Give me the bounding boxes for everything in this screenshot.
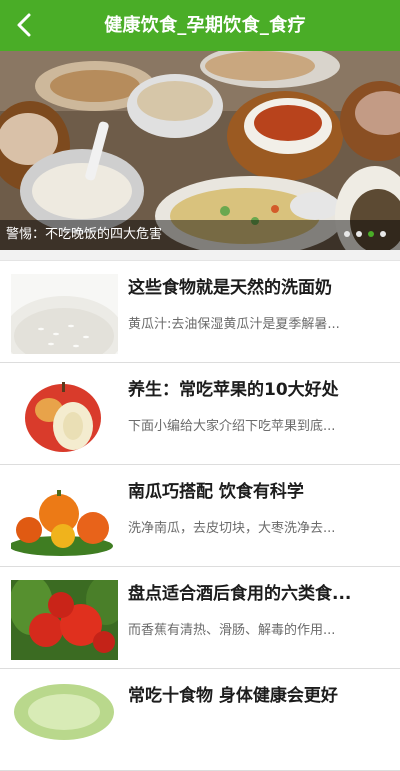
article-title: 盘点适合酒后食用的六类食... xyxy=(128,584,352,604)
rice-image xyxy=(11,274,118,354)
banner-caption-bar: 警惕：不吃晚饭的四大危害 xyxy=(0,220,400,250)
article-summary: 下面小编给大家介绍下吃苹果到底... xyxy=(128,419,336,434)
list-item[interactable]: 盘点适合酒后食用的六类食... 而香蕉有清热、滑肠、解毒的作用... xyxy=(0,567,400,669)
list-item[interactable]: 南瓜巧搭配 饮食有科学 洗净南瓜，去皮切块，大枣洗净去... xyxy=(0,465,400,567)
carousel-dot[interactable] xyxy=(344,231,350,237)
pumpkin-image xyxy=(11,478,118,558)
carousel-dot[interactable] xyxy=(356,231,362,237)
banner-carousel[interactable]: 警惕：不吃晚饭的四大危害 xyxy=(0,51,400,250)
article-summary: 洗净南瓜，去皮切块，大枣洗净去... xyxy=(128,521,336,536)
article-title: 南瓜巧搭配 饮食有科学 xyxy=(128,482,304,502)
article-summary: 而香蕉有清热、滑肠、解毒的作用... xyxy=(128,623,336,638)
article-summary: 黄瓜汁:去油保湿黄瓜汁是夏季解暑... xyxy=(128,317,340,332)
page-title: 健康饮食_孕期饮食_食疗 xyxy=(104,15,306,36)
banner-caption: 警惕：不吃晚饭的四大危害 xyxy=(6,227,163,242)
list-item[interactable]: 养生：常吃苹果的10大好处 下面小编给大家介绍下吃苹果到底... xyxy=(0,363,400,465)
section-divider xyxy=(0,250,400,261)
apple-image xyxy=(11,376,118,456)
carousel-indicator xyxy=(344,231,386,239)
tomato-image xyxy=(11,580,118,660)
article-title: 常吃十食物 身体健康会更好 xyxy=(128,686,338,706)
article-title: 这些食物就是天然的洗面奶 xyxy=(128,278,332,298)
top-app-bar: 健康饮食_孕期饮食_食疗 xyxy=(0,0,400,51)
cabbage-image xyxy=(11,682,118,762)
list-item[interactable]: 这些食物就是天然的洗面奶 黄瓜汁:去油保湿黄瓜汁是夏季解暑... xyxy=(0,261,400,363)
article-title: 养生：常吃苹果的10大好处 xyxy=(128,380,339,400)
list-item[interactable]: 常吃十食物 身体健康会更好 xyxy=(0,669,400,771)
carousel-dot-active[interactable] xyxy=(368,231,374,237)
carousel-dot[interactable] xyxy=(380,231,386,237)
article-list: 这些食物就是天然的洗面奶 黄瓜汁:去油保湿黄瓜汁是夏季解暑... 养生：常吃苹果… xyxy=(0,261,400,771)
